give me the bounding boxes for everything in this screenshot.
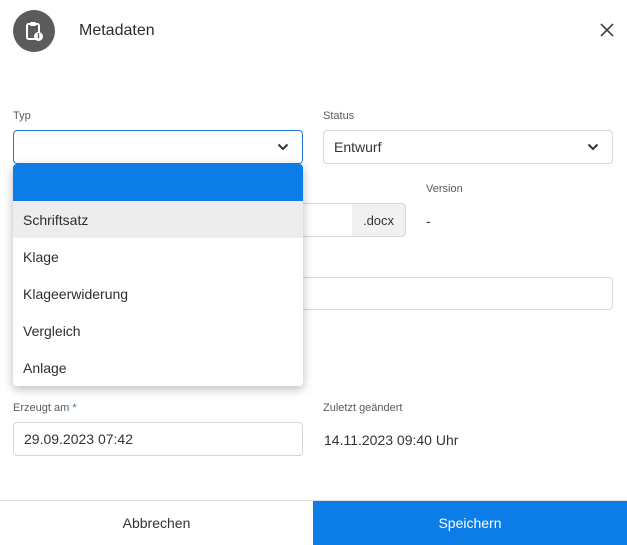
save-button[interactable]: Speichern: [313, 501, 627, 545]
file-extension: .docx: [352, 203, 406, 237]
dialog-title: Metadaten: [79, 22, 155, 39]
zuletzt-geaendert-label: Zuletzt geändert: [323, 402, 403, 414]
required-marker: *: [72, 402, 77, 414]
typ-select[interactable]: [13, 130, 303, 164]
typ-dropdown-menu: Schriftsatz Klage Klageerwiderung Vergle…: [13, 164, 303, 386]
title-input[interactable]: [290, 277, 613, 310]
status-value: Entwurf: [334, 139, 382, 155]
dropdown-option-anlage[interactable]: Anlage: [13, 349, 303, 386]
erzeugt-am-value: 29.09.2023 07:42: [24, 431, 133, 447]
dropdown-option-klage[interactable]: Klage: [13, 238, 303, 275]
dropdown-option-schriftsatz[interactable]: Schriftsatz: [13, 201, 303, 238]
erzeugt-am-input[interactable]: 29.09.2023 07:42: [13, 422, 303, 456]
typ-label: Typ: [13, 110, 31, 122]
version-label: Version: [426, 183, 463, 195]
dropdown-option-vergleich[interactable]: Vergleich: [13, 312, 303, 349]
dropdown-option-klageerwiderung[interactable]: Klageerwiderung: [13, 275, 303, 312]
chevron-down-icon: [587, 143, 599, 151]
erzeugt-am-label: Erzeugt am *: [13, 402, 77, 414]
zuletzt-geaendert-value: 14.11.2023 09:40 Uhr: [324, 432, 459, 448]
filename-input[interactable]: [300, 203, 353, 237]
status-select[interactable]: Entwurf: [323, 130, 613, 164]
cancel-button[interactable]: Abbrechen: [0, 501, 313, 545]
status-label: Status: [323, 110, 355, 122]
chevron-down-icon: [277, 143, 289, 151]
clipboard-info-icon: [13, 10, 55, 52]
version-value: -: [426, 213, 431, 229]
dropdown-option-empty[interactable]: [13, 164, 303, 201]
close-icon[interactable]: [597, 20, 617, 40]
dialog-footer: Abbrechen Speichern: [0, 500, 627, 545]
